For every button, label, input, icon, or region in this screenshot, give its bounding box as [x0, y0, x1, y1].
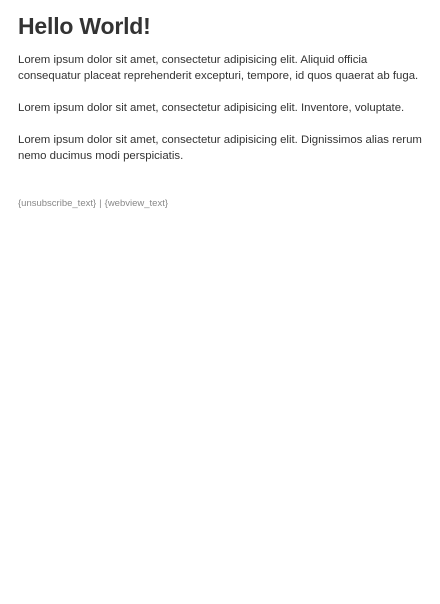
email-footer: {unsubscribe_text} | {webview_text}	[18, 198, 422, 210]
email-paragraph-1: Lorem ipsum dolor sit amet, consectetur …	[18, 54, 419, 82]
email-paragraph-3: Lorem ipsum dolor sit amet, consectetur …	[18, 134, 422, 162]
email-body: Hello World! Lorem ipsum dolor sit amet,…	[0, 0, 440, 210]
unsubscribe-link[interactable]: {unsubscribe_text}	[18, 198, 96, 209]
webview-link[interactable]: {webview_text}	[105, 198, 168, 209]
email-paragraph-2: Lorem ipsum dolor sit amet, consectetur …	[18, 102, 405, 114]
email-heading: Hello World!	[18, 13, 151, 39]
footer-separator: |	[99, 198, 102, 209]
